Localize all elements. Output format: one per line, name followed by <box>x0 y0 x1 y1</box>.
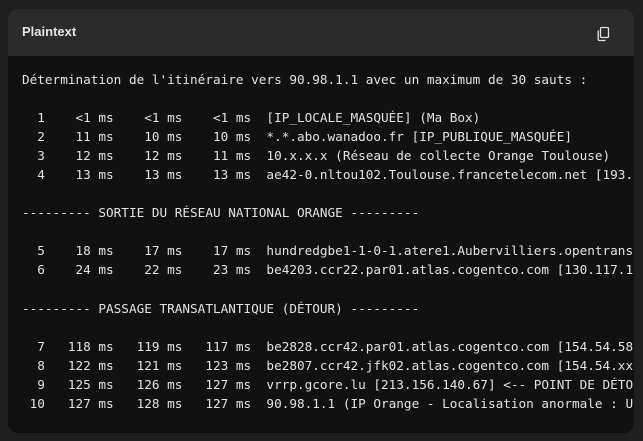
code-line: 9 125 ms 126 ms 127 ms vrrp.gcore.lu [21… <box>22 376 634 392</box>
code-line: 10 127 ms 128 ms 127 ms 90.98.1.1 (IP Or… <box>22 395 634 411</box>
code-line: 4 13 ms 13 ms 13 ms ae42-0.nltou102.Toul… <box>22 167 634 183</box>
code-content: Détermination de l'itinéraire vers 90.98… <box>22 70 634 413</box>
code-line: --------- SORTIE DU RÉSEAU NATIONAL ORAN… <box>22 205 420 221</box>
code-line: 7 118 ms 119 ms 117 ms be2828.ccr42.par0… <box>22 338 634 354</box>
code-line: 3 12 ms 12 ms 11 ms 10.x.x.x (Réseau de … <box>22 148 611 164</box>
code-line: 1 <1 ms <1 ms <1 ms [IP_LOCALE_MASQUÉE] … <box>22 110 481 126</box>
copy-button[interactable] <box>595 26 611 42</box>
copy-icon <box>597 26 610 42</box>
code-line: --------- PASSAGE TRANSATLANTIQUE (DÉTOU… <box>22 300 420 316</box>
code-line: 5 18 ms 17 ms 17 ms hundredgbe1-1-0-1.at… <box>22 243 634 259</box>
code-line: 6 24 ms 22 ms 23 ms be4203.ccr22.par01.a… <box>22 262 634 278</box>
code-language-label: Plaintext <box>22 24 77 39</box>
code-block-card: Plaintext Détermination de l'itinéraire … <box>8 9 634 433</box>
code-line: 8 122 ms 121 ms 123 ms be2807.ccr42.jfk0… <box>22 357 634 373</box>
code-block-header: Plaintext <box>8 9 634 56</box>
code-line: 2 11 ms 10 ms 10 ms *.*.abo.wanadoo.fr [… <box>22 129 572 145</box>
code-line: Détermination de l'itinéraire vers 90.98… <box>22 72 588 87</box>
